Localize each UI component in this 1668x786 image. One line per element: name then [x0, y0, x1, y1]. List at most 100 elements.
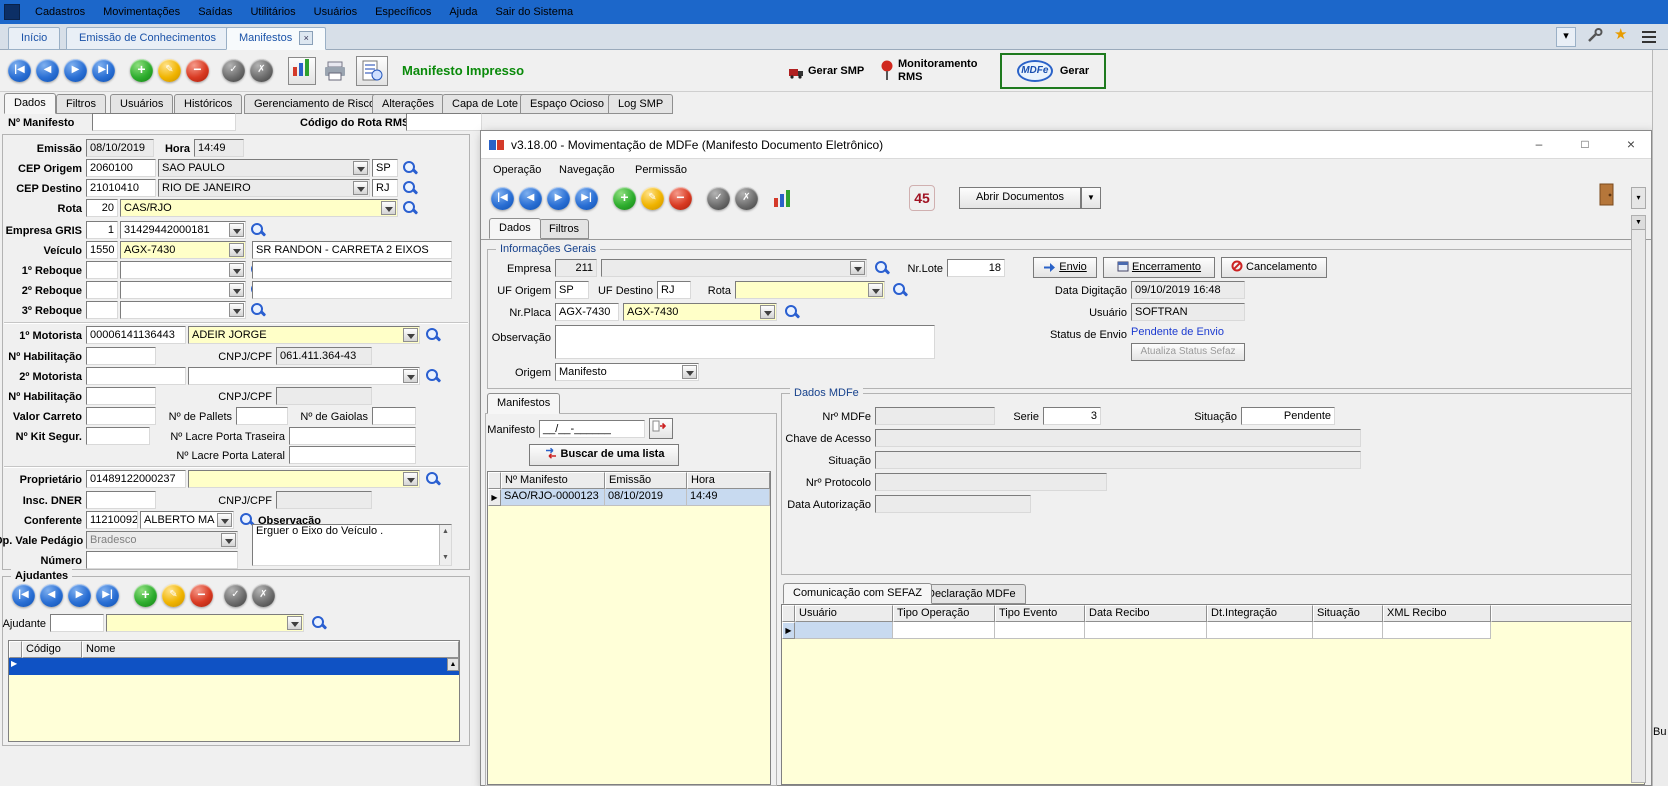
reboque1-combo[interactable] — [120, 261, 246, 279]
placa-combo[interactable]: AGX-7430 — [623, 303, 777, 321]
cell-xml-recibo[interactable] — [1383, 622, 1491, 639]
ajudante-cancel-button[interactable]: ✗ — [252, 584, 275, 607]
mdfe-delete-button[interactable]: − — [669, 187, 692, 210]
printer-icon[interactable] — [324, 61, 346, 84]
tab-gerenciamento-risco[interactable]: Gerenciamento de Risco — [244, 94, 385, 114]
memo-scrollbar[interactable]: ▲▼ — [439, 525, 451, 565]
menu-utilitarios[interactable]: Utilitários — [241, 0, 304, 24]
rota-cod-input[interactable]: 20 — [86, 199, 118, 217]
mdfe-prev-button[interactable]: ◀ — [519, 187, 542, 210]
reboque2-combo[interactable] — [120, 281, 246, 299]
tab-inicio[interactable]: Início — [8, 27, 60, 50]
cell-tipo-operacao[interactable] — [893, 622, 995, 639]
motorista1-cod-input[interactable]: 00006141136443 — [86, 326, 186, 344]
reboque3-cod-input[interactable] — [86, 301, 118, 319]
nr-placa-input[interactable]: AGX-7430 — [555, 303, 619, 321]
cep-destino-input[interactable]: 21010410 — [86, 179, 156, 197]
tab-comunicacao-sefaz[interactable]: Comunicação com SEFAZ — [783, 583, 932, 604]
manifesto-send-button[interactable] — [649, 418, 673, 439]
gaiolas-input[interactable] — [372, 407, 416, 425]
tab-espaco-ocioso[interactable]: Espaço Ocioso — [520, 94, 614, 114]
insc-dner-input[interactable] — [86, 491, 156, 509]
conferente-combo[interactable]: ALBERTO MA — [140, 511, 234, 529]
ajudante-combo[interactable] — [106, 614, 304, 632]
manifestos-tab[interactable]: Manifestos — [487, 393, 560, 414]
menu-permissao[interactable]: Permissão — [627, 159, 695, 181]
abrir-documentos-button[interactable]: Abrir Documentos — [959, 187, 1081, 209]
reboque2-cod-input[interactable] — [86, 281, 118, 299]
valor-carreto-input[interactable] — [86, 407, 156, 425]
gerar-mdfe-button[interactable]: MDFe Gerar — [1000, 53, 1106, 89]
lacre-traseira-input[interactable] — [289, 427, 416, 445]
menu-sair[interactable]: Sair do Sistema — [486, 0, 582, 24]
menu-operacao[interactable]: Operação — [485, 159, 549, 181]
delete-record-button[interactable]: − — [186, 59, 209, 82]
observacao-memo[interactable] — [555, 325, 935, 359]
ajudante-next-button[interactable]: ▶ — [68, 584, 91, 607]
print-preview-button[interactable] — [356, 56, 388, 86]
cell-dt-integracao[interactable] — [1207, 622, 1313, 639]
gerar-smp-button[interactable]: Gerar SMP — [808, 65, 864, 77]
chevron-down-icon[interactable] — [229, 263, 244, 277]
menu-usuarios[interactable]: Usuários — [305, 0, 366, 24]
cell-usuario[interactable] — [795, 622, 893, 639]
envio-button[interactable]: Envio — [1033, 257, 1097, 278]
mdfe-next-button[interactable]: ▶ — [547, 187, 570, 210]
menu-especificos[interactable]: Específicos — [366, 0, 440, 24]
edit-record-button[interactable]: ✎ — [158, 59, 181, 82]
encerramento-button[interactable]: Encerramento — [1103, 257, 1215, 278]
motorista1-combo[interactable]: ADEIR JORGE — [188, 326, 420, 344]
cep-origem-input[interactable]: 2060100 — [86, 159, 156, 177]
ajudante-cod-input[interactable] — [50, 614, 104, 632]
nrlote-field[interactable]: 18 — [947, 259, 1005, 277]
chevron-down-icon[interactable] — [229, 303, 244, 317]
collapse-panel-button[interactable]: ▾ — [1556, 27, 1576, 47]
motorista2-cod-input[interactable] — [86, 367, 186, 385]
tab-filtros[interactable]: Filtros — [56, 94, 106, 114]
mdfe-tab-filtros[interactable]: Filtros — [539, 219, 589, 239]
conferente-cod-input[interactable]: 11210092 — [86, 511, 138, 529]
grid-scroll-up[interactable]: ▲ — [447, 658, 459, 671]
tab-capa-lote[interactable]: Capa de Lote — [442, 94, 528, 114]
uf-origem-input[interactable]: SP — [555, 281, 589, 299]
mdfe-tab-dados[interactable]: Dados — [489, 218, 541, 239]
no-manifesto-input[interactable] — [92, 113, 236, 131]
search-icon[interactable] — [401, 159, 418, 176]
tab-usuarios[interactable]: Usuários — [110, 94, 173, 114]
close-button[interactable]: × — [1615, 134, 1647, 156]
proprietario-combo[interactable] — [188, 470, 420, 488]
ajudante-edit-button[interactable]: ✎ — [162, 584, 185, 607]
maximize-button[interactable]: □ — [1569, 134, 1601, 156]
veiculo-combo[interactable]: AGX-7430 — [120, 241, 246, 259]
chevron-down-icon[interactable] — [217, 513, 232, 527]
chart-report-button[interactable] — [288, 57, 316, 85]
mdfe-confirm-button[interactable]: ✓ — [707, 187, 730, 210]
tab-alteracoes[interactable]: Alterações — [372, 94, 444, 114]
first-record-button[interactable]: |◀ — [8, 59, 31, 82]
chevron-down-icon[interactable] — [229, 223, 244, 237]
cidade-destino-combo[interactable]: RIO DE JANEIRO — [158, 179, 370, 197]
scroll-up-icon[interactable]: ▼ — [1632, 216, 1645, 230]
search-icon[interactable] — [873, 259, 890, 276]
ajudante-add-button[interactable]: + — [134, 584, 157, 607]
tools-icon[interactable] — [1586, 28, 1604, 47]
cell-emissao[interactable]: 08/10/2019 — [605, 489, 687, 506]
tab-manifestos[interactable]: Manifestos× — [226, 27, 326, 50]
buscar-lista-button[interactable]: Buscar de uma lista — [529, 444, 679, 466]
ajudante-prev-button[interactable]: ◀ — [40, 584, 63, 607]
table-row-selected[interactable]: ▶ — [9, 658, 459, 675]
minimize-button[interactable]: – — [1523, 134, 1555, 156]
uf-destino-input[interactable]: RJ — [657, 281, 691, 299]
habilitacao2-input[interactable] — [86, 387, 156, 405]
motorista2-combo[interactable] — [188, 367, 420, 385]
ajudante-first-button[interactable]: |◀ — [12, 584, 35, 607]
menu-cadastros[interactable]: Cadastros — [26, 0, 94, 24]
chevron-down-icon[interactable] — [403, 472, 418, 486]
kit-segur-input[interactable] — [86, 427, 150, 445]
search-icon[interactable] — [249, 221, 266, 238]
mdfe-edit-button[interactable]: ✎ — [641, 187, 664, 210]
mdfe-last-button[interactable]: ▶| — [575, 187, 598, 210]
search-icon[interactable] — [401, 179, 418, 196]
ajudante-delete-button[interactable]: − — [190, 584, 213, 607]
tab-declaracao-mdfe[interactable]: Declaração MDFe — [917, 584, 1026, 604]
